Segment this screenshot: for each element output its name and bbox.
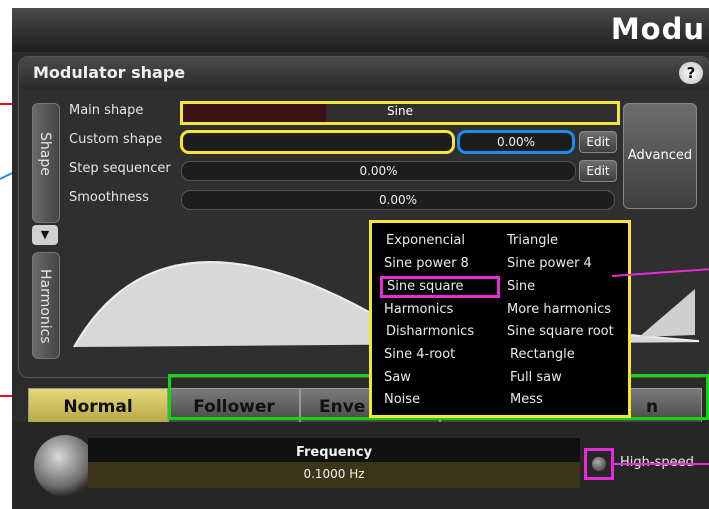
option-sine-square[interactable]: Sine square bbox=[380, 276, 500, 298]
main-shape-dropdown[interactable]: Exponencial Triangle Sine power 8 Sine p… bbox=[369, 220, 631, 418]
frequency-value: 0.1000 Hz bbox=[303, 467, 365, 481]
high-speed-toggle[interactable] bbox=[592, 457, 606, 471]
frequency-label: Frequency bbox=[295, 445, 373, 460]
panel-header: Modulator shape ? bbox=[19, 57, 709, 89]
tab-harmonics-label: Harmonics bbox=[37, 269, 53, 344]
tab-shape-label: Shape bbox=[37, 132, 53, 176]
option-more-harmonics[interactable]: More harmonics bbox=[507, 302, 611, 317]
main-shape-label: Main shape bbox=[69, 103, 144, 118]
app-title: Modu bbox=[610, 12, 705, 46]
step-sequencer-slider[interactable]: 0.00% bbox=[181, 161, 576, 181]
option-harmonics[interactable]: Harmonics bbox=[384, 302, 453, 317]
option-full-saw[interactable]: Full saw bbox=[510, 370, 562, 385]
option-mess[interactable]: Mess bbox=[510, 392, 543, 407]
custom-shape-value-field[interactable]: 0.00% bbox=[457, 130, 575, 154]
help-button[interactable]: ? bbox=[679, 62, 703, 84]
smoothness-slider[interactable]: 0.00% bbox=[181, 190, 615, 210]
option-triangle[interactable]: Triangle bbox=[507, 233, 558, 248]
waveform-right-segment bbox=[639, 289, 695, 337]
step-sequencer-edit-button[interactable]: Edit bbox=[579, 160, 617, 182]
frequency-knob[interactable] bbox=[34, 435, 96, 497]
tab-shape[interactable]: Shape bbox=[32, 103, 60, 223]
tab-harmonics[interactable]: Harmonics bbox=[32, 252, 60, 359]
main-shape-value: Sine bbox=[387, 104, 413, 118]
custom-shape-edit-button[interactable]: Edit bbox=[579, 131, 617, 153]
option-exponencial[interactable]: Exponencial bbox=[386, 233, 465, 248]
annotation-line-magenta-bottom bbox=[614, 463, 709, 465]
title-bar: Modu bbox=[12, 8, 709, 52]
panel-title: Modulator shape bbox=[33, 63, 186, 82]
option-sine[interactable]: Sine bbox=[507, 279, 535, 294]
main-shape-selector[interactable]: Sine bbox=[180, 101, 620, 125]
option-rectangle[interactable]: Rectangle bbox=[510, 347, 575, 362]
smoothness-label: Smoothness bbox=[69, 190, 149, 205]
advanced-button[interactable]: Advanced bbox=[623, 103, 697, 209]
tab-normal[interactable]: Normal bbox=[28, 388, 168, 426]
option-sine-4-root[interactable]: Sine 4-root bbox=[384, 347, 455, 362]
option-sine-power-4[interactable]: Sine power 4 bbox=[507, 256, 592, 271]
custom-shape-label: Custom shape bbox=[69, 132, 163, 147]
custom-shape-slider[interactable] bbox=[180, 130, 455, 154]
option-disharmonics[interactable]: Disharmonics bbox=[386, 324, 474, 339]
option-saw[interactable]: Saw bbox=[384, 370, 411, 385]
option-sine-power-8[interactable]: Sine power 8 bbox=[384, 256, 469, 271]
collapse-arrow-button[interactable]: ▼ bbox=[32, 225, 58, 245]
step-sequencer-label: Step sequencer bbox=[69, 161, 171, 176]
option-sine-square-root[interactable]: Sine square root bbox=[507, 324, 614, 339]
option-noise[interactable]: Noise bbox=[384, 392, 420, 407]
